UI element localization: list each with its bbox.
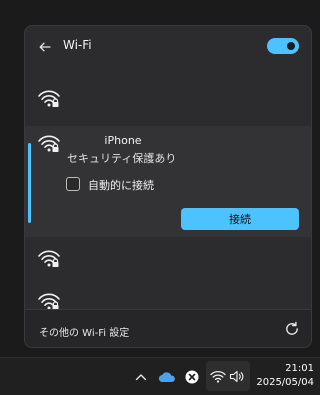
clock[interactable]: 21:01 2025/05/04 bbox=[256, 362, 314, 390]
connect-button[interactable]: 接続 bbox=[181, 208, 299, 230]
wifi-flyout: Wi-Fi iPhone セキュリティ保護あり 自動的に接続 接続 その他の W… bbox=[24, 25, 312, 348]
status-tray-button[interactable] bbox=[183, 368, 201, 386]
wifi-secured-icon bbox=[38, 135, 60, 152]
back-button[interactable] bbox=[35, 37, 55, 57]
refresh-icon bbox=[286, 321, 298, 335]
toggle-knob bbox=[287, 42, 295, 50]
network-item-3[interactable] bbox=[37, 249, 63, 269]
network-name: iPhone bbox=[104, 134, 142, 147]
onedrive-button[interactable] bbox=[157, 369, 177, 385]
speaker-icon bbox=[229, 370, 244, 382]
wifi-status bbox=[210, 368, 226, 384]
selected-indicator bbox=[28, 143, 31, 223]
network-icon-iphone bbox=[37, 134, 63, 154]
chevron-up-icon bbox=[135, 374, 147, 381]
wifi-icon bbox=[210, 370, 226, 383]
onedrive-cloud-icon bbox=[158, 372, 175, 383]
wifi-toggle[interactable] bbox=[267, 38, 299, 54]
auto-connect-checkbox[interactable] bbox=[66, 177, 80, 191]
network-status: セキュリティ保護あり bbox=[67, 152, 177, 165]
clock-date: 2025/05/04 bbox=[256, 377, 314, 388]
show-hidden-icons-button[interactable] bbox=[133, 369, 149, 385]
network-item-1[interactable] bbox=[37, 89, 63, 109]
clock-time: 21:01 bbox=[285, 363, 314, 374]
wifi-secured-icon bbox=[38, 90, 60, 107]
close-circle-icon bbox=[185, 370, 199, 384]
refresh-button[interactable] bbox=[283, 320, 301, 338]
more-wifi-settings-link[interactable]: その他の Wi-Fi 設定 bbox=[39, 324, 129, 339]
volume-status bbox=[229, 368, 245, 384]
quick-settings-button[interactable] bbox=[206, 361, 250, 391]
taskbar: 21:01 2025/05/04 bbox=[0, 357, 320, 395]
back-arrow-icon bbox=[39, 42, 51, 52]
wifi-secured-icon bbox=[38, 250, 60, 267]
flyout-footer: その他の Wi-Fi 設定 bbox=[25, 309, 311, 347]
auto-connect-label: 自動的に接続 bbox=[88, 179, 154, 192]
flyout-title: Wi-Fi bbox=[63, 38, 92, 52]
